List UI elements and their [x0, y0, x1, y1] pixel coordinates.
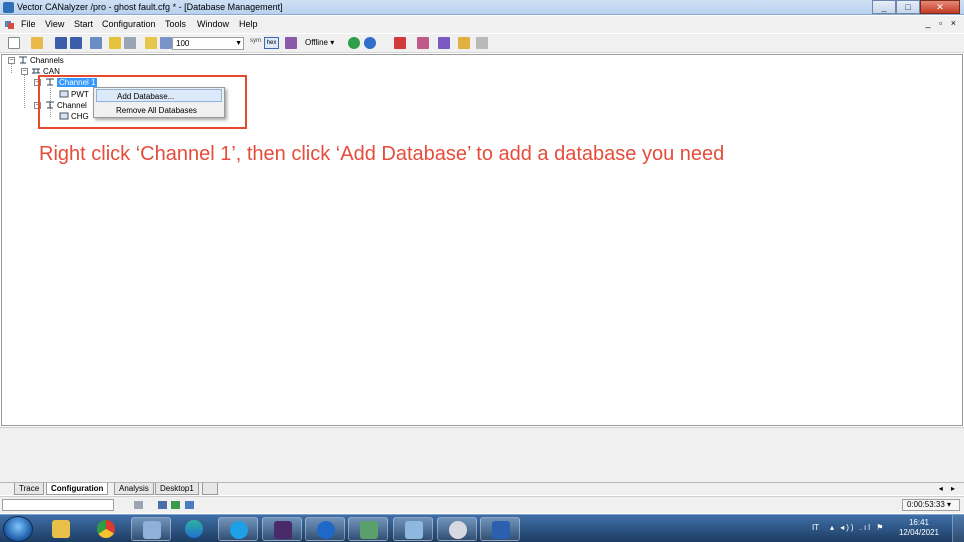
taskbar-chrome[interactable]: [86, 517, 126, 541]
instruction-annotation: Right click ‘Channel 1’, then click ‘Add…: [39, 143, 725, 165]
measurement-setup-icon[interactable]: [285, 37, 297, 49]
taskbar-skype[interactable]: [218, 517, 258, 541]
save-icon[interactable]: [55, 37, 67, 49]
network-icon: [185, 501, 194, 509]
filter-icon[interactable]: [160, 37, 172, 49]
wizard-icon[interactable]: [109, 37, 121, 49]
tree-line: [11, 64, 12, 73]
taskbar-teamviewer[interactable]: [305, 517, 345, 541]
menu-start[interactable]: Start: [74, 19, 93, 29]
offline-mode-dropdown[interactable]: Offline ▾: [305, 38, 334, 47]
start-measurement-icon[interactable]: [348, 37, 360, 49]
import-icon[interactable]: [124, 37, 136, 49]
database-icon[interactable]: [90, 37, 102, 49]
windows-taskbar: IT ▴ ◂)) .ıl ⚑ 16:41 12/04/2021: [0, 514, 964, 542]
taskbar-control-panel[interactable]: [393, 517, 433, 541]
tab-scroll-arrows[interactable]: ◂ ▸: [939, 484, 958, 493]
show-desktop-button[interactable]: [952, 515, 964, 542]
measurement-time[interactable]: 0:00:53:33 ▾: [902, 499, 960, 511]
tree-node-channels[interactable]: Channels: [18, 56, 64, 66]
signal-generator-icon[interactable]: [394, 37, 406, 49]
tab-desktop1[interactable]: Desktop1: [155, 483, 199, 495]
menu-window[interactable]: Window: [197, 19, 229, 29]
edge-icon: [185, 520, 203, 538]
taskbar-canalyzer[interactable]: [262, 517, 302, 541]
status-bar: 0:00:53:33 ▾: [0, 496, 964, 513]
menu-configuration[interactable]: Configuration: [102, 19, 156, 29]
zoom-value: 100: [176, 39, 190, 48]
desktop-tab-bar: Trace Configuration Analysis Desktop1 ◂ …: [0, 482, 964, 495]
new-file-icon[interactable]: [8, 37, 20, 49]
keyboard-icon[interactable]: [134, 501, 143, 509]
title-bar: Vector CANalyzer /pro - ghost fault.cfg …: [0, 0, 964, 15]
menu-bar: File View Start Configuration Tools Wind…: [0, 16, 964, 33]
close-button[interactable]: ✕: [920, 0, 960, 14]
window-title: Vector CANalyzer /pro - ghost fault.cfg …: [17, 2, 283, 12]
graphics-icon[interactable]: [438, 37, 450, 49]
lower-panel: [0, 427, 964, 482]
skype-icon: [230, 521, 248, 539]
menu-help[interactable]: Help: [239, 19, 258, 29]
taskbar-network-app[interactable]: [131, 517, 171, 541]
notes-icon[interactable]: [458, 37, 470, 49]
maximize-button[interactable]: □: [896, 0, 920, 14]
tab-analysis[interactable]: Analysis: [114, 483, 154, 495]
taskbar-explorer[interactable]: [41, 517, 81, 541]
menu-file[interactable]: File: [21, 19, 36, 29]
toolbar: 100 ▼ sym hex Offline ▾: [0, 34, 964, 53]
collapse-channels-toggle[interactable]: −: [8, 57, 15, 64]
clock-date: 12/04/2021: [898, 528, 940, 537]
menu-tools[interactable]: Tools: [165, 19, 186, 29]
new-desktop-icon[interactable]: [202, 483, 218, 495]
symbolic-mode-button[interactable]: sym: [250, 38, 261, 44]
tab-trace[interactable]: Trace: [14, 483, 45, 495]
channels-icon: [19, 56, 27, 64]
menu-view[interactable]: View: [45, 19, 64, 29]
logging-icon[interactable]: [417, 37, 429, 49]
save-as-icon[interactable]: [70, 37, 82, 49]
taskbar-excel-app[interactable]: [348, 517, 388, 541]
status-indicator-icon: [158, 501, 167, 509]
highlight-box: [38, 75, 247, 129]
chevron-down-icon: ▼: [235, 40, 242, 47]
minimize-button[interactable]: _: [872, 0, 896, 14]
taskbar-word[interactable]: [480, 517, 520, 541]
language-indicator[interactable]: IT: [812, 523, 819, 532]
clock-time: 16:41: [908, 518, 930, 527]
canalyzer-icon: [274, 521, 292, 539]
snipping-tool-icon: [449, 521, 467, 539]
offline-mode-label: Offline: [305, 38, 328, 47]
window-controls: _ □ ✕: [872, 0, 960, 14]
chart-app-icon: [360, 521, 378, 539]
windows-icon[interactable]: [476, 37, 488, 49]
collapse-can-toggle[interactable]: −: [21, 68, 28, 75]
chrome-icon: [97, 520, 115, 538]
hex-mode-button[interactable]: hex: [264, 37, 279, 49]
help-icon[interactable]: [364, 37, 376, 49]
teamviewer-icon: [317, 521, 335, 539]
tab-configuration[interactable]: Configuration: [46, 483, 109, 495]
connection-icon: [171, 501, 180, 509]
chevron-down-icon: ▾: [330, 38, 335, 47]
canalyzer-app-icon[interactable]: [3, 2, 14, 13]
taskbar-snipping-tool[interactable]: [437, 517, 477, 541]
status-message-field: [2, 499, 114, 511]
tree-line: [24, 75, 25, 108]
zoom-select[interactable]: 100 ▼: [172, 37, 244, 50]
mdi-window-controls[interactable]: _ ▫ ×: [926, 18, 959, 28]
symbol-explorer-icon[interactable]: [145, 37, 157, 49]
start-button[interactable]: [3, 516, 33, 542]
tree-label-channels: Channels: [30, 56, 64, 65]
taskbar-clock[interactable]: 16:41 12/04/2021: [898, 518, 940, 538]
document-window-icon[interactable]: [4, 19, 15, 30]
open-folder-icon[interactable]: [31, 37, 43, 49]
taskbar-edge[interactable]: [174, 517, 214, 541]
folder-icon: [52, 520, 70, 538]
system-tray-icons[interactable]: ▴ ◂)) .ıl ⚑: [830, 523, 885, 532]
control-panel-icon: [405, 521, 423, 539]
word-icon: [492, 521, 510, 539]
bus-icon: [32, 68, 40, 74]
network-app-icon: [143, 521, 161, 539]
